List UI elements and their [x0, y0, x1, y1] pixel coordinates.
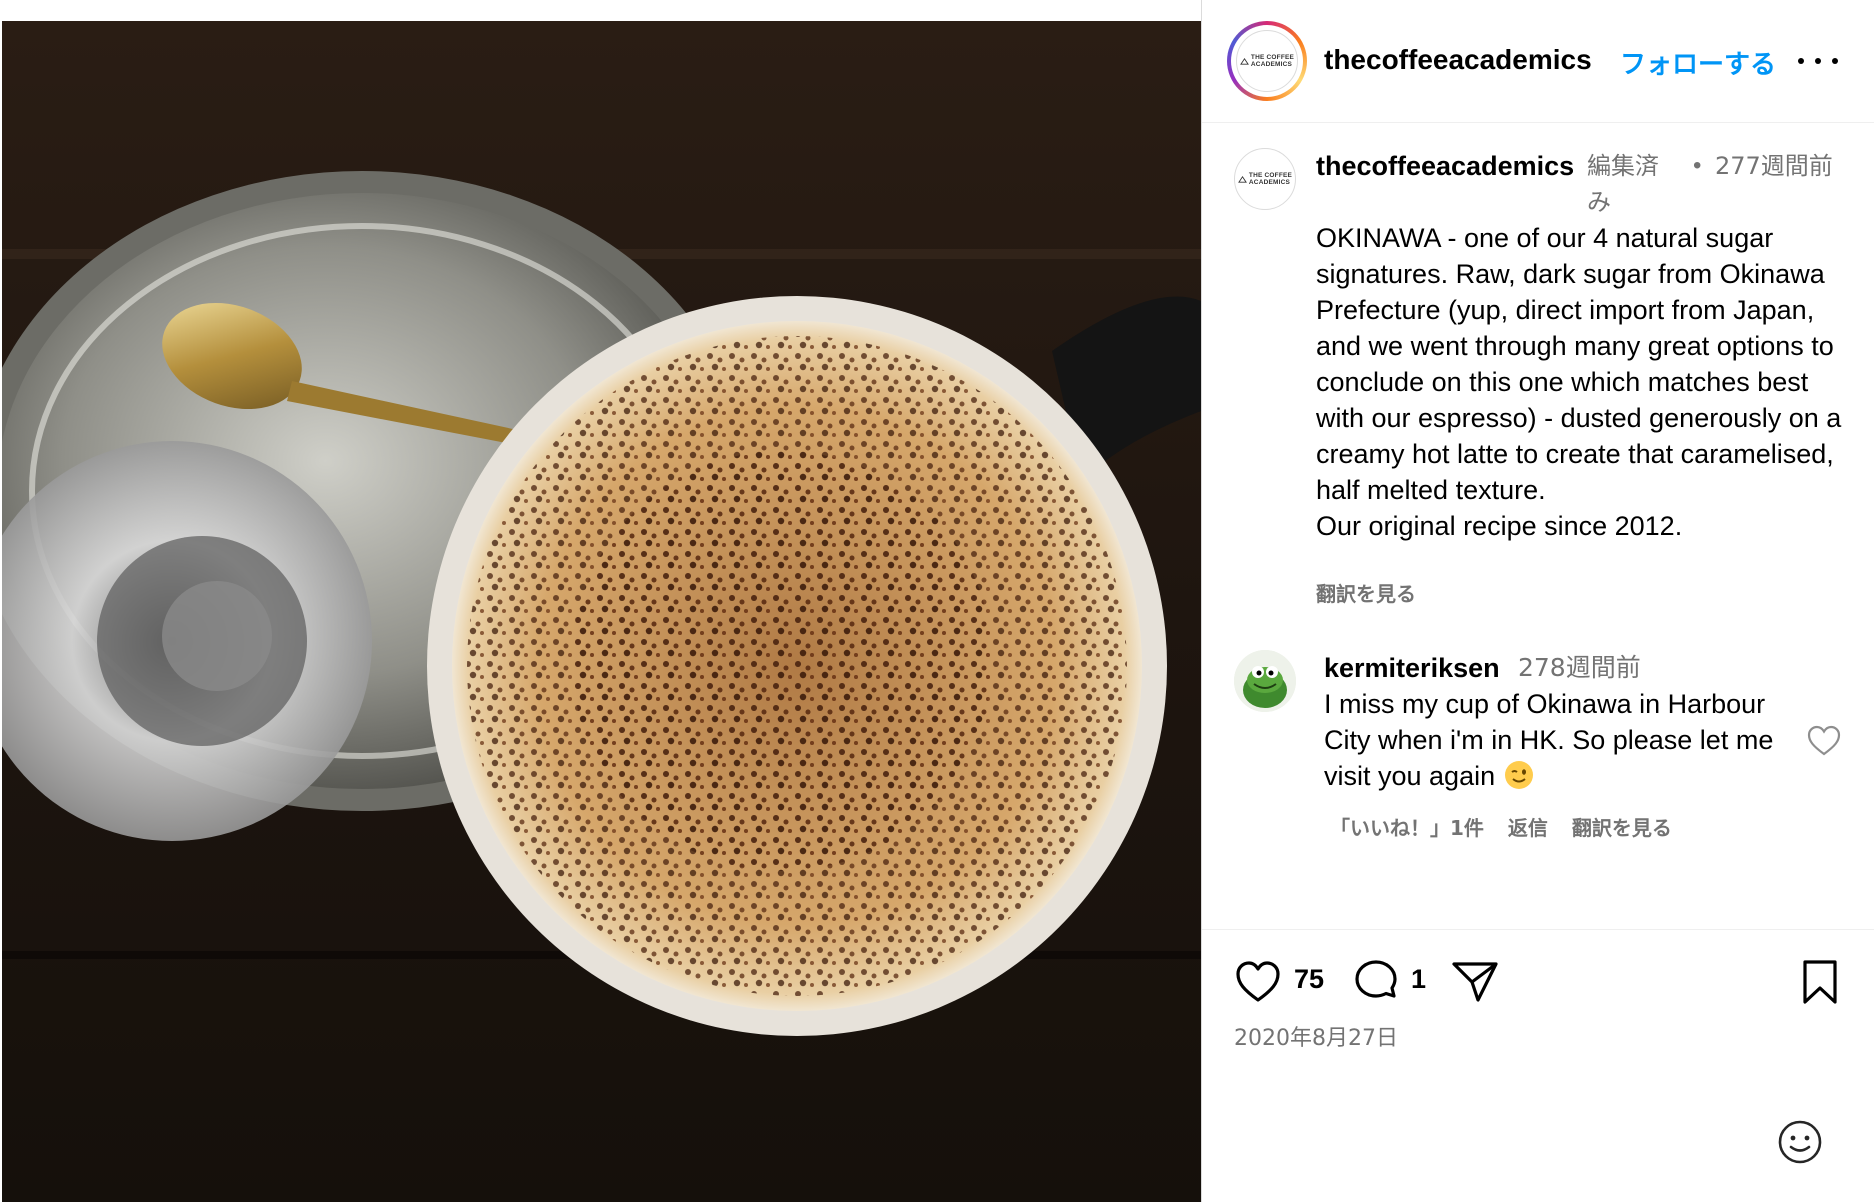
post-username[interactable]: thecoffeeacademics — [1324, 44, 1592, 76]
emoji-picker-icon[interactable] — [1776, 1118, 1824, 1166]
comment-text: I miss my cup of Okinawa in Harbour City… — [1324, 686, 1809, 794]
post-side-panel: THE COFFEE ACADEMICS thecoffeeacademics … — [1201, 0, 1874, 1202]
academics-logo-icon — [1239, 57, 1249, 65]
like-count[interactable]: 75 — [1294, 964, 1324, 995]
caption-text: OKINAWA - one of our 4 natural sugar sig… — [1316, 220, 1861, 544]
comment-bubble-icon[interactable] — [1352, 958, 1400, 1006]
post-photo[interactable] — [2, 21, 1201, 1202]
academics-logo-icon — [1237, 175, 1247, 183]
profile-avatar[interactable]: THE COFFEE ACADEMICS — [1227, 21, 1307, 101]
latte-photo — [2, 21, 1201, 1202]
more-options-icon[interactable] — [1798, 46, 1838, 76]
share-send-icon[interactable] — [1450, 958, 1500, 1006]
post-header: THE COFFEE ACADEMICS thecoffeeacademics … — [1202, 0, 1874, 123]
post-media[interactable] — [0, 0, 1201, 1202]
caption-paragraph: Our original recipe since 2012. — [1316, 511, 1683, 541]
logo-text-line2: ACADEMICS — [1250, 61, 1293, 68]
comment-translate-link[interactable]: 翻訳を見る — [1572, 812, 1672, 841]
edited-label: 編集済み — [1587, 152, 1659, 216]
comment-actions: 「いいね！」1件 返信 翻訳を見る — [1330, 812, 1672, 841]
coffee-academics-logo: THE COFFEE ACADEMICS — [1236, 30, 1298, 92]
kermit-avatar-icon — [1234, 650, 1296, 712]
logo-text-line1: THE COFFEE — [1248, 172, 1293, 179]
instagram-post: THE COFFEE ACADEMICS thecoffeeacademics … — [0, 0, 1874, 1202]
action-bar: 75 1 — [1234, 958, 1844, 1008]
section-divider — [1202, 929, 1874, 930]
comment-likes-count[interactable]: 「いいね！」1件 — [1330, 812, 1484, 841]
comment-count[interactable]: 1 — [1411, 964, 1426, 995]
comment-reply-button[interactable]: 返信 — [1508, 812, 1548, 841]
caption-avatar[interactable]: THE COFFEE ACADEMICS — [1234, 148, 1296, 210]
caption-paragraph: OKINAWA - one of our 4 natural sugar sig… — [1316, 223, 1842, 505]
comment-heart-icon[interactable] — [1807, 725, 1841, 757]
separator-dot: • — [1693, 152, 1702, 179]
commenter-avatar[interactable] — [1234, 650, 1296, 712]
post-date[interactable]: 2020年8月27日 — [1234, 1020, 1398, 1052]
caption-username[interactable]: thecoffeeacademics — [1316, 148, 1586, 184]
logo-text-line2: ACADEMICS — [1248, 179, 1291, 186]
commenter-username[interactable]: kermiteriksen — [1324, 650, 1500, 686]
comment-body: I miss my cup of Okinawa in Harbour City… — [1324, 689, 1774, 791]
like-heart-icon[interactable] — [1234, 958, 1282, 1006]
logo-text-line1: THE COFFEE — [1250, 54, 1295, 61]
winking-face-icon — [1504, 761, 1533, 789]
follow-button[interactable]: フォローする — [1620, 44, 1776, 81]
caption-timestamp[interactable]: 277週間前 — [1715, 148, 1835, 184]
bookmark-save-icon[interactable] — [1800, 958, 1840, 1006]
comment-timestamp[interactable]: 278週間前 — [1518, 650, 1641, 686]
caption-translate-link[interactable]: 翻訳を見る — [1316, 578, 1416, 607]
